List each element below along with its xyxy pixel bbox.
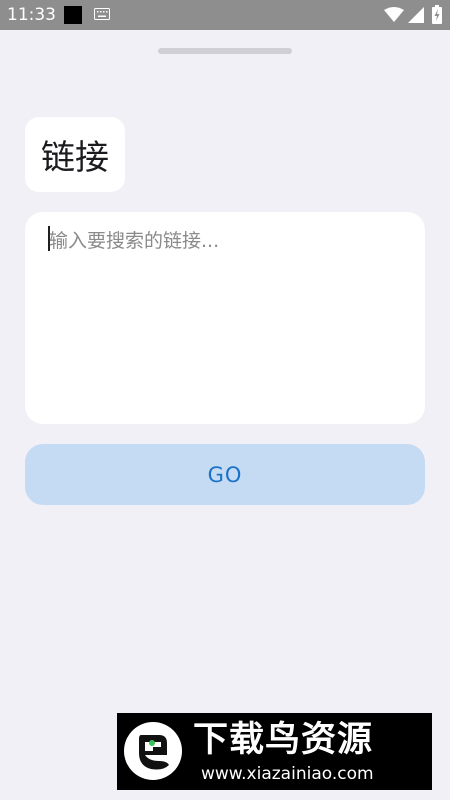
status-time: 11:33 — [7, 5, 56, 25]
battery-charging-icon — [432, 5, 442, 24]
sheet-title-chip: 链接 — [25, 117, 125, 192]
bottom-sheet-drag-handle[interactable] — [158, 48, 292, 54]
wifi-icon — [384, 7, 404, 22]
notification-square-icon — [64, 6, 82, 24]
text-cursor — [48, 226, 50, 251]
watermark-title: 下载鸟资源 — [193, 720, 374, 760]
link-search-input[interactable] — [49, 228, 409, 408]
status-bar: 11:33 — [0, 0, 450, 30]
sheet-title: 链接 — [41, 138, 109, 178]
bird-logo-icon — [124, 722, 182, 780]
cellular-signal-icon — [408, 7, 424, 23]
keyboard-icon — [94, 8, 110, 20]
link-input-card[interactable] — [25, 212, 425, 424]
go-button[interactable]: GO — [25, 444, 425, 505]
watermark-url: www.xiazainiao.com — [201, 764, 374, 784]
watermark-banner: 下载鸟资源 www.xiazainiao.com — [117, 713, 432, 790]
